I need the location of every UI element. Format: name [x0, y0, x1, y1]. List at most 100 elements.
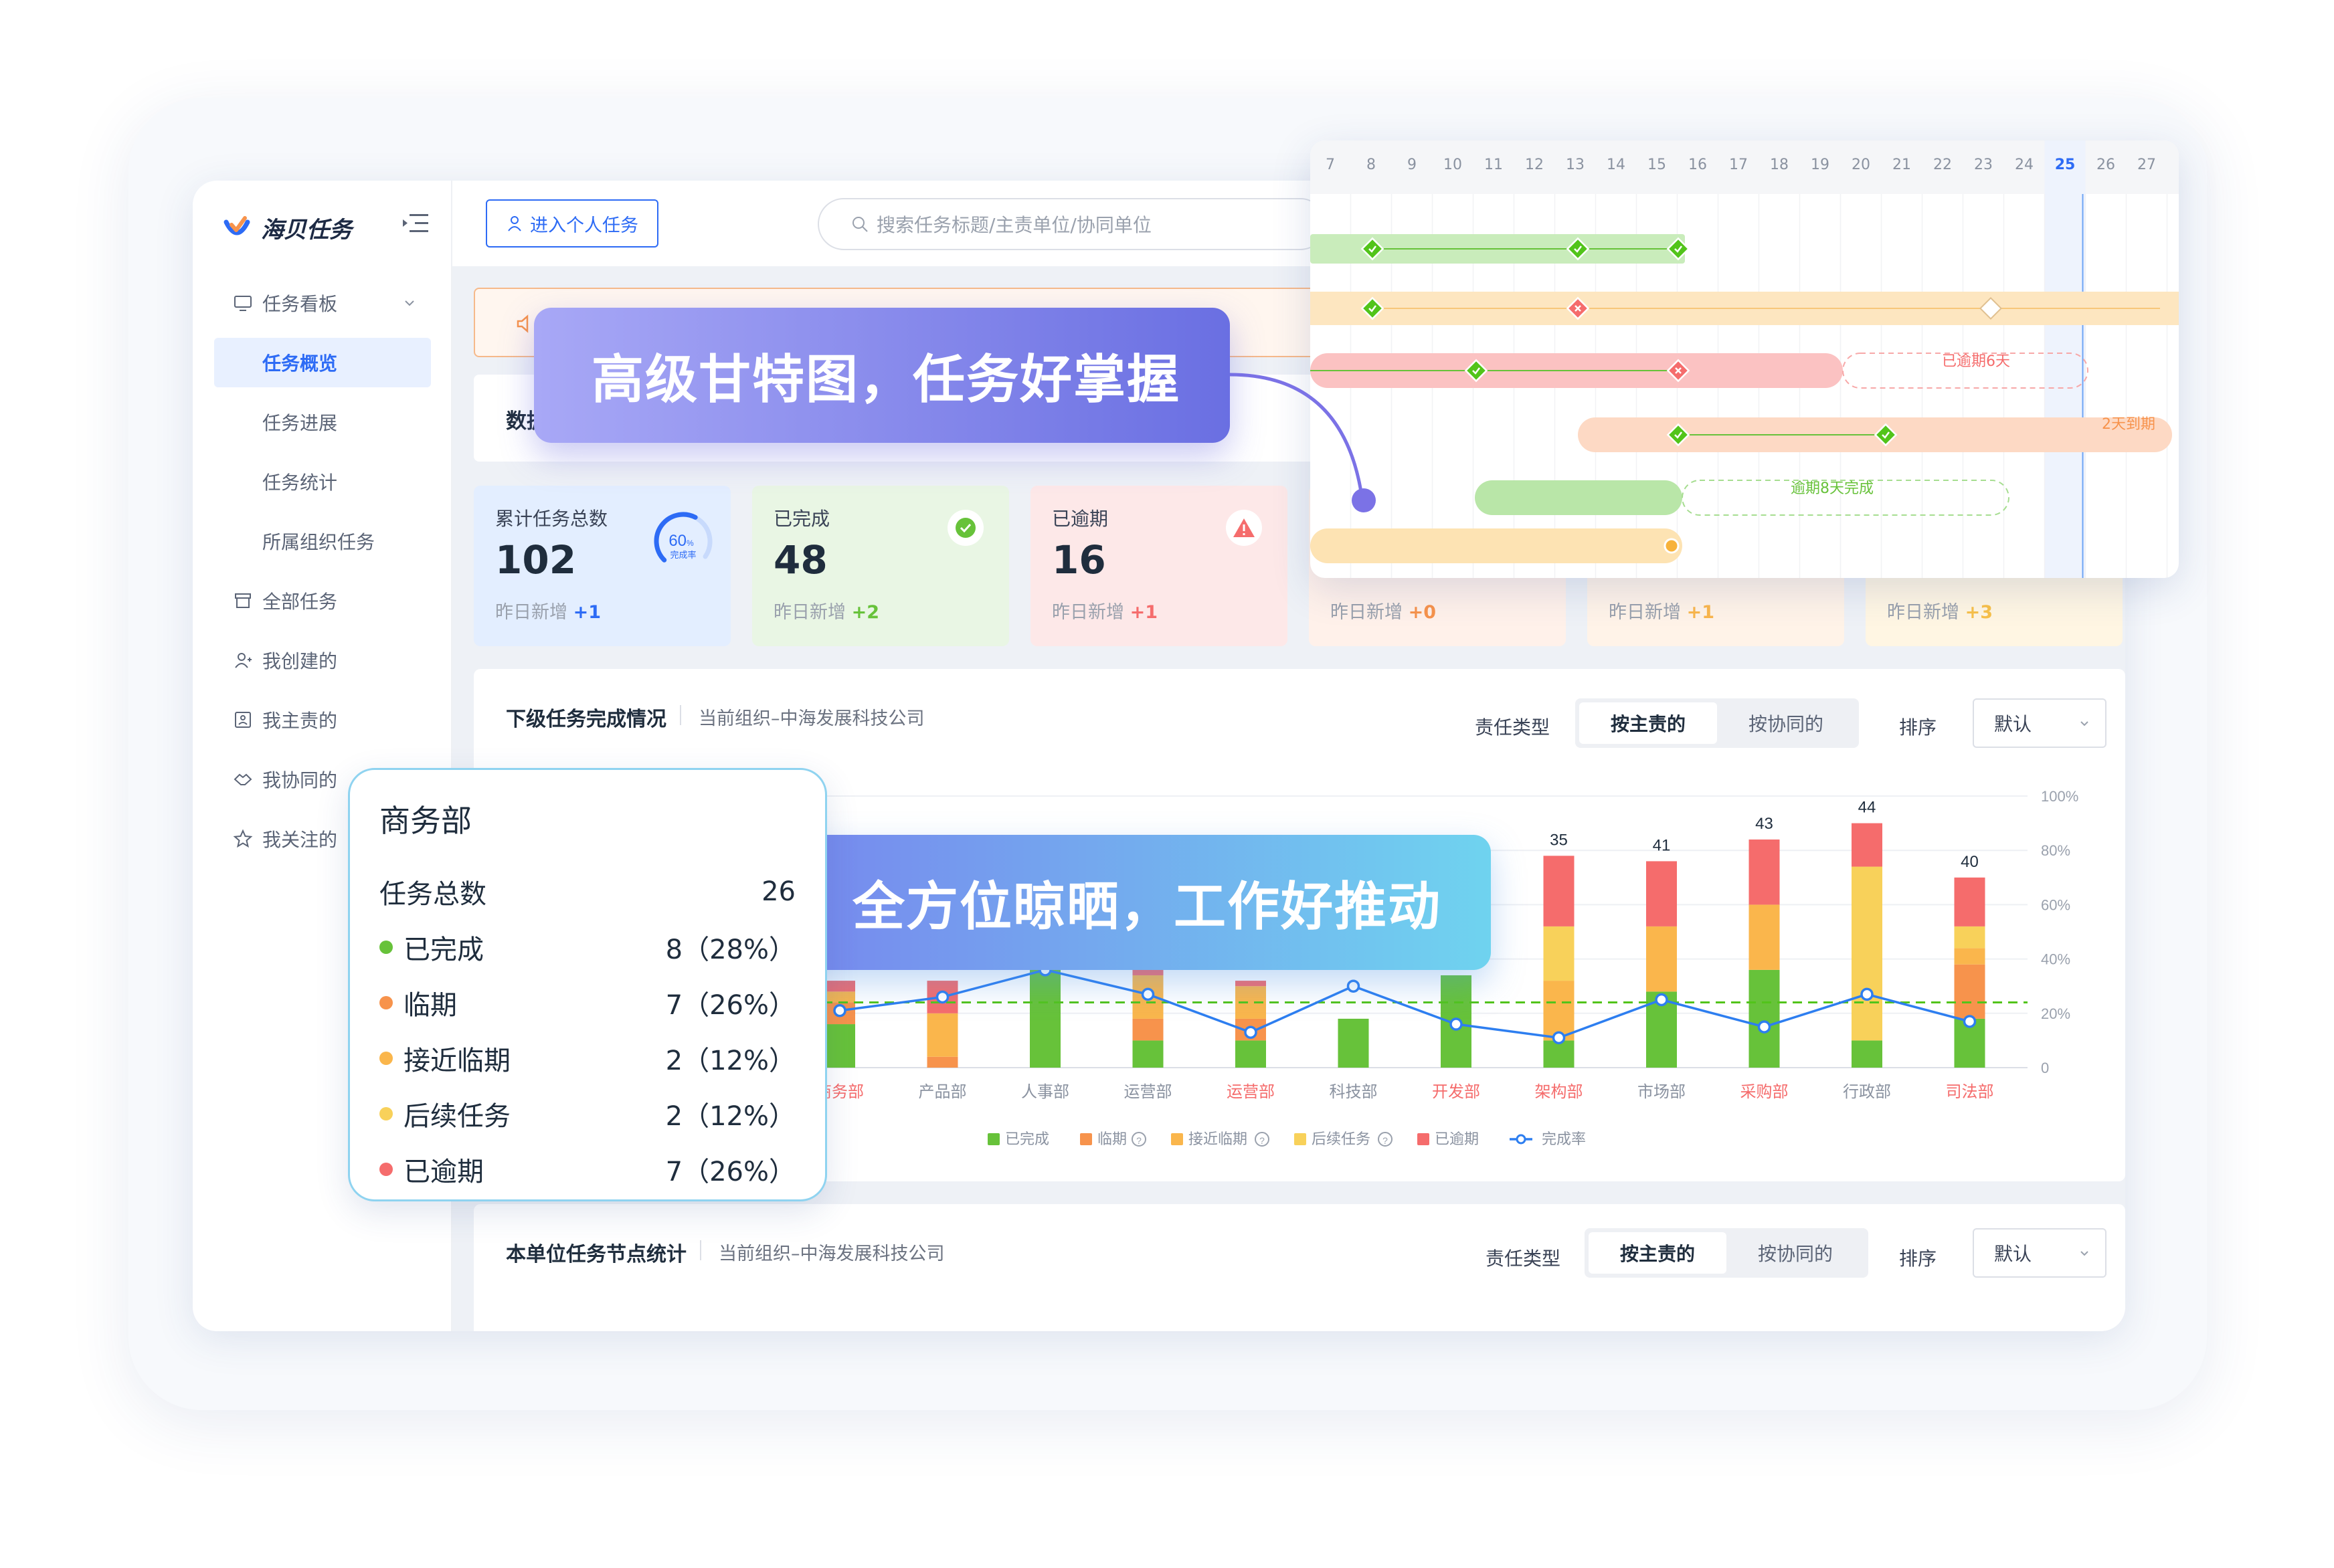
personal-tasks-button[interactable]: 进入个人任务	[486, 199, 658, 248]
stat-card-overdue[interactable]: 已逾期 16 昨日新增 +1	[1030, 486, 1287, 646]
type-toggle: 按主责的 按协同的	[1575, 698, 1859, 748]
id-card-icon	[235, 712, 251, 728]
gantt-body	[1310, 140, 2179, 578]
sidebar-item-label: 任务进展	[262, 412, 338, 434]
toggle-secondary[interactable]: 按协同的	[1726, 1232, 1864, 1274]
card-sub-value: +2	[851, 602, 880, 623]
toggle-primary[interactable]: 按主责的	[1589, 1232, 1726, 1274]
sidebar-item-task-stats[interactable]: 任务统计	[214, 457, 431, 506]
card-sub-value: +1	[573, 602, 602, 623]
user-icon	[508, 216, 521, 231]
tooltip-value: 7（26%）	[665, 989, 796, 1021]
gantt-label-overdue: 已逾期6天	[1942, 353, 2010, 370]
tooltip-label: 后续任务	[403, 1100, 511, 1132]
gantt-label-late-done: 逾期8天完成	[1791, 480, 1874, 497]
gantt-day-label: 14	[1607, 157, 1625, 173]
type-label: 责任类型	[1486, 1248, 1561, 1270]
search-placeholder: 搜索任务标题/主责单位/协同单位	[877, 214, 1152, 236]
divider	[680, 705, 681, 725]
archive-icon	[235, 593, 251, 608]
card-sub-label: 昨日新增	[1052, 602, 1124, 623]
sidebar-item-org-tasks[interactable]: 所属组织任务	[214, 516, 431, 566]
tooltip-row: 接近临期 2（12%）	[379, 1030, 796, 1086]
card-sub-label: 昨日新增	[1887, 602, 1959, 623]
sidebar-item-label: 任务概览	[262, 353, 338, 375]
completion-gauge: 60% 完成率	[654, 512, 713, 563]
collapse-menu-icon[interactable]	[401, 211, 430, 235]
gantt-day-label: 16	[1688, 157, 1707, 173]
gantt-day-label: 17	[1729, 157, 1748, 173]
tooltip-label: 接近临期	[403, 1045, 511, 1076]
panel-title: 下级任务完成情况	[506, 708, 666, 731]
gauge-unit: %	[687, 538, 694, 548]
sidebar-item-task-overview[interactable]: 任务概览	[214, 338, 431, 387]
card-sub-value: +3	[1965, 602, 1993, 623]
app-logo[interactable]: 海贝任务	[222, 207, 352, 248]
gantt-day-label: 11	[1484, 157, 1503, 173]
unit-node-stats-panel: 本单位任务节点统计 当前组织–中海发展科技公司 责任类型 按主责的 按协同的 排…	[474, 1204, 2125, 1331]
type-label: 责任类型	[1475, 716, 1550, 739]
card-sub-value: +1	[1130, 602, 1158, 623]
card-sub-label: 昨日新增	[774, 602, 846, 623]
sidebar-item-label: 全部任务	[262, 591, 338, 613]
sort-select[interactable]: 默认	[1973, 1228, 2106, 1278]
gantt-bar-late-done	[1475, 480, 1682, 515]
gantt-day-label: 26	[2096, 157, 2115, 173]
sidebar-item-label: 我主责的	[262, 710, 338, 732]
panel-org: 当前组织–中海发展科技公司	[719, 1244, 945, 1264]
warning-icon	[1226, 510, 1262, 546]
sidebar-item-created[interactable]: 我创建的	[214, 635, 431, 685]
legend-dot	[379, 1106, 393, 1120]
sort-value: 默认	[1994, 713, 2032, 735]
gauge-percent: 60	[668, 532, 687, 550]
tooltip-row-total: 任务总数 26	[379, 864, 796, 919]
toggle-primary[interactable]: 按主责的	[1579, 702, 1717, 744]
card-subtext: 昨日新增 +1	[495, 597, 601, 623]
card-sub-value: +1	[1686, 602, 1715, 623]
card-subtext: 昨日新增 +1	[1052, 597, 1158, 623]
card-subtext: 昨日新增 +3	[1887, 597, 1993, 623]
gantt-day-label: 8	[1366, 157, 1376, 173]
gantt-day-label: 25	[2054, 157, 2076, 173]
gantt-banner: 高级甘特图，任务好掌握	[534, 308, 1230, 443]
panel-org: 当前组织–中海发展科技公司	[699, 708, 925, 729]
app-name: 海贝任务	[261, 216, 352, 243]
tooltip-label: 已完成	[403, 934, 484, 965]
tooltip-value: 7（26%）	[665, 1156, 796, 1187]
legend-dot	[379, 940, 393, 954]
gauge-label: 完成率	[670, 550, 696, 560]
sidebar-item-label: 任务看板	[262, 293, 338, 315]
today-column	[2044, 140, 2086, 578]
card-value: 48	[774, 537, 828, 583]
type-toggle: 按主责的 按协同的	[1585, 1228, 1868, 1278]
sidebar-item-task-board[interactable]: 任务看板	[214, 278, 431, 328]
card-value: 16	[1052, 537, 1106, 583]
user-add-icon	[235, 653, 252, 668]
gauge-value: 60%	[668, 532, 694, 550]
gantt-day-label: 27	[2137, 157, 2156, 173]
sort-select[interactable]: 默认	[1973, 698, 2106, 748]
personal-tasks-label: 进入个人任务	[530, 215, 638, 236]
gantt-day-label: 13	[1566, 157, 1585, 173]
tooltip-row: 临期 7（26%）	[379, 975, 796, 1030]
tooltip-row: 已完成 8（28%）	[379, 919, 796, 975]
legend-dot	[379, 1051, 393, 1065]
tooltip-row: 已逾期 7（26%）	[379, 1141, 796, 1197]
card-subtext: 昨日新增 +1	[1609, 597, 1714, 623]
tooltip-value: 26	[761, 876, 796, 907]
search-input[interactable]: 搜索任务标题/主责单位/协同单位	[818, 198, 1326, 250]
sidebar-item-task-progress[interactable]: 任务进展	[214, 397, 431, 447]
gantt-day-label: 7	[1326, 157, 1335, 173]
monitor-icon	[234, 296, 252, 311]
star-icon	[233, 829, 253, 848]
gantt-day-label: 12	[1525, 157, 1544, 173]
gantt-day-label: 19	[1811, 157, 1829, 173]
gantt-day-label: 15	[1647, 157, 1666, 173]
sidebar-item-primary[interactable]: 我主责的	[214, 695, 431, 745]
sidebar-item-all-tasks[interactable]: 全部任务	[214, 576, 431, 625]
sidebar-item-label: 所属组织任务	[262, 531, 375, 553]
toggle-secondary[interactable]: 按协同的	[1717, 702, 1855, 744]
stat-card-total[interactable]: 累计任务总数 102 昨日新增 +1 60% 完成率	[474, 486, 731, 646]
stat-card-done[interactable]: 已完成 48 昨日新增 +2	[752, 486, 1009, 646]
card-subtext: 昨日新增 +0	[1330, 597, 1436, 623]
